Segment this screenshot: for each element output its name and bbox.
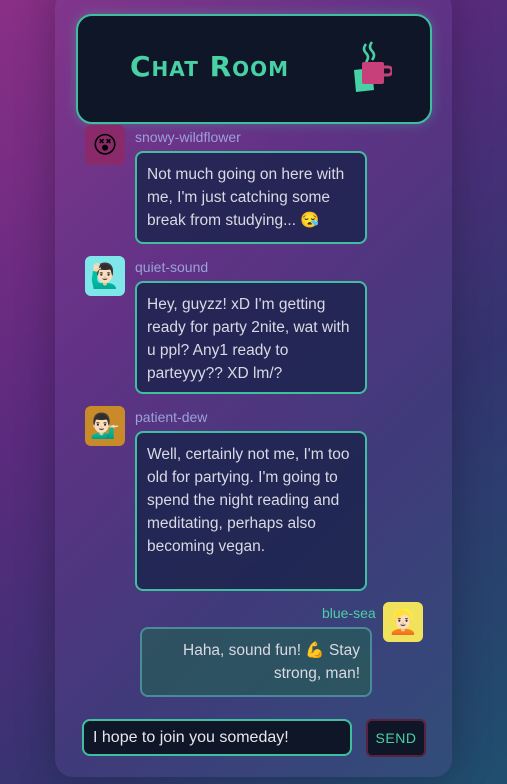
message-bubble: Not much going on here with me, I'm just…	[135, 151, 367, 244]
avatar: 🙋🏻‍♂️	[85, 256, 125, 296]
avatar: 👱🏻	[383, 602, 423, 642]
avatar: 💁🏻‍♂️	[85, 406, 125, 446]
avatar-emoji: 😵	[92, 131, 118, 159]
message-bubble: Hey, guyzz! xD I'm getting ready for par…	[135, 281, 367, 394]
avatar: 😵	[85, 125, 125, 165]
message-username: blue-sea	[322, 605, 376, 621]
avatar-emoji: 👱🏻	[388, 608, 418, 636]
message-username: patient-dew	[135, 409, 208, 425]
mug-icon	[354, 41, 392, 92]
message-username: quiet-sound	[135, 259, 209, 275]
message-input[interactable]	[82, 719, 352, 756]
send-button[interactable]: SEND	[366, 719, 426, 757]
page-title: Chat Room	[130, 50, 290, 83]
message-bubble: Haha, sound fun! 💪 Stay strong, man!	[140, 627, 372, 697]
chat-header: Chat Room	[76, 14, 432, 124]
avatar-emoji: 💁🏻‍♂️	[90, 412, 120, 440]
message-bubble: Well, certainly not me, I'm too old for …	[135, 431, 367, 591]
message-username: snowy-wildflower	[135, 129, 241, 145]
avatar-emoji: 🙋🏻‍♂️	[90, 262, 120, 290]
